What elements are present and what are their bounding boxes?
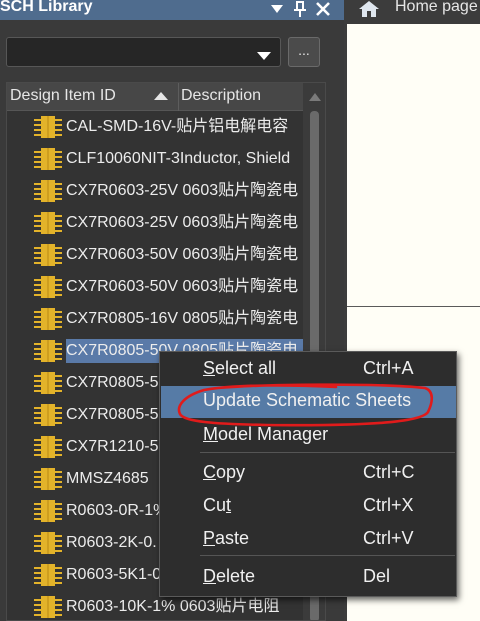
component-name: CX7R0603-50V 0603贴片陶瓷电 <box>66 246 299 263</box>
list-item[interactable]: CX7R0603-25V 0603贴片陶瓷电 <box>7 175 303 207</box>
component-name: R0603-10K-1% 0603贴片电阻 <box>66 598 280 615</box>
component-icon <box>33 595 63 619</box>
menu-item-label: Cut <box>203 495 232 515</box>
menu-item-model-manager[interactable]: Model Manager <box>161 420 456 452</box>
menu-item-shortcut: Ctrl+X <box>363 495 414 515</box>
component-icon <box>33 147 63 171</box>
menu-item-paste[interactable]: Paste Ctrl+V <box>161 524 456 556</box>
component-icon <box>33 211 63 235</box>
menu-item-label: Delete <box>203 566 256 586</box>
menu-item-shortcut: Del <box>363 566 391 586</box>
component-icon <box>33 243 63 267</box>
component-icon <box>33 115 63 139</box>
menu-item-label: Model Manager <box>203 424 329 444</box>
component-icon <box>33 179 63 203</box>
component-name: CX7R0603-25V 0603贴片陶瓷电 <box>66 182 299 199</box>
menu-item-label: Copy <box>203 462 246 482</box>
triangle-down-icon[interactable] <box>268 0 286 20</box>
list-item[interactable]: CX7R0603-25V 0603贴片陶瓷电 <box>7 207 303 239</box>
menu-separator <box>200 555 455 556</box>
menu-item-cut[interactable]: Cut Ctrl+X <box>161 491 456 523</box>
tab-home-page[interactable]: Home page <box>395 0 478 16</box>
component-icon <box>33 499 63 523</box>
panel-title: SCH Library <box>0 0 93 15</box>
pin-icon[interactable] <box>291 0 309 20</box>
menu-separator <box>200 452 455 453</box>
sort-ascending-icon <box>154 92 168 100</box>
menu-item-select-all[interactable]: Select all Ctrl+A <box>161 354 456 386</box>
component-icon <box>33 467 63 491</box>
sheet-border-line <box>347 306 480 307</box>
column-header-design-item-id[interactable]: Design Item ID <box>7 83 179 111</box>
component-name: CLF10060NIT-3Inductor, Shield <box>66 150 291 167</box>
component-icon <box>33 275 63 299</box>
library-filter-combobox[interactable] <box>6 37 281 67</box>
menu-item-label: Select all <box>203 358 277 378</box>
more-button[interactable]: ... <box>288 37 320 67</box>
component-icon <box>33 339 63 363</box>
document-tab-bar: Home page <box>344 0 480 20</box>
component-name: CX7R0603-25V 0603贴片陶瓷电 <box>66 214 299 231</box>
menu-item-copy[interactable]: Copy Ctrl+C <box>161 458 456 490</box>
component-icon <box>33 531 63 555</box>
menu-item-shortcut: Ctrl+C <box>363 462 415 482</box>
list-item[interactable]: CX7R0603-50V 0603贴片陶瓷电 <box>7 239 303 271</box>
context-menu: Select all Ctrl+A Update Schematic Sheets M… <box>159 351 457 597</box>
component-name: CX7R0603-50V 0603贴片陶瓷电 <box>66 278 299 295</box>
component-name: CX7R0805-16V 0805贴片陶瓷电 <box>66 310 299 327</box>
column-header-description[interactable]: Description <box>180 83 300 111</box>
close-icon[interactable] <box>314 0 332 20</box>
menu-item-label: Update Schematic Sheets <box>203 390 412 410</box>
scroll-up-arrow-icon[interactable] <box>309 93 321 101</box>
menu-item-update-schematic-sheets[interactable]: Update Schematic Sheets <box>161 386 456 418</box>
list-item[interactable]: CX7R0805-16V 0805贴片陶瓷电 <box>7 303 303 335</box>
chevron-down-icon <box>256 48 272 66</box>
list-item[interactable]: CLF10060NIT-3Inductor, Shield <box>7 143 303 175</box>
list-item[interactable]: CAL-SMD-16V-贴片铝电解电容 <box>7 111 303 143</box>
component-icon <box>33 435 63 459</box>
menu-item-delete[interactable]: Delete Del <box>161 562 456 594</box>
component-name: CAL-SMD-16V-贴片铝电解电容 <box>66 118 289 135</box>
component-icon <box>33 563 63 587</box>
menu-item-shortcut: Ctrl+V <box>363 528 414 548</box>
panel-header: SCH Library <box>0 0 344 20</box>
menu-item-shortcut: Ctrl+A <box>363 358 414 378</box>
menu-item-label: Paste <box>203 528 250 548</box>
component-icon <box>33 307 63 331</box>
component-icon <box>33 371 63 395</box>
grid-header: Design Item ID Description <box>7 83 325 111</box>
home-icon[interactable] <box>358 0 380 23</box>
component-icon <box>33 403 63 427</box>
list-item[interactable]: CX7R0603-50V 0603贴片陶瓷电 <box>7 271 303 303</box>
